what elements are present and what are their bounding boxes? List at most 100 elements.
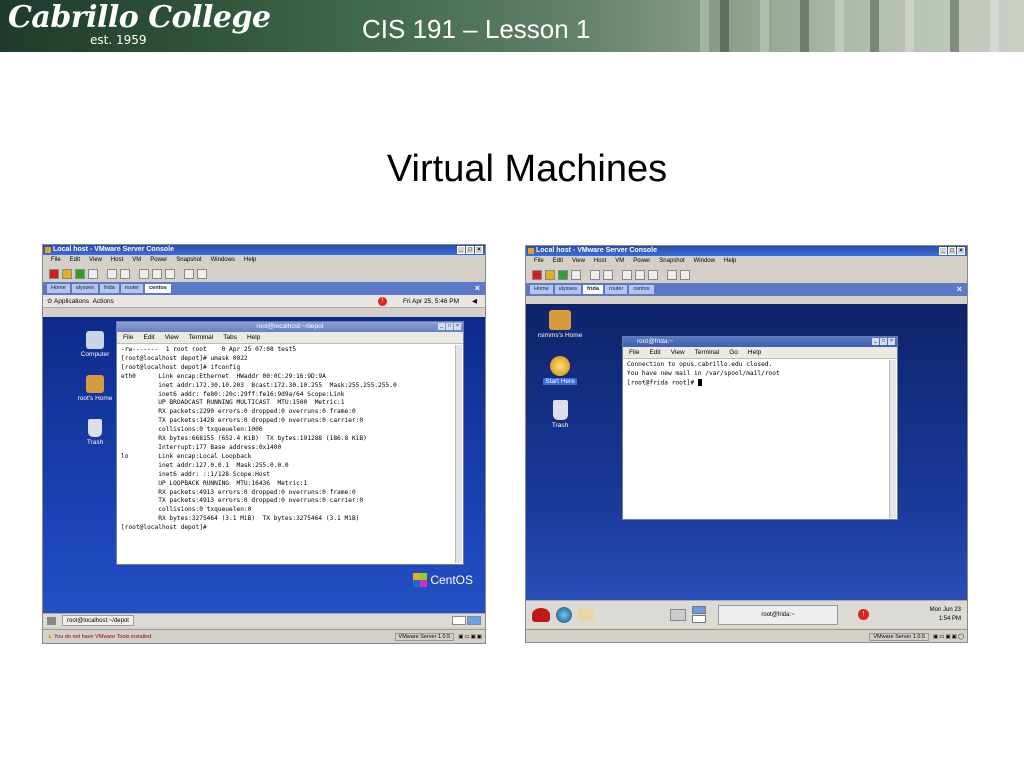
minimize-button[interactable]: _	[939, 247, 947, 255]
console-icon[interactable]	[667, 270, 677, 280]
maximize-button[interactable]: □	[466, 246, 474, 254]
tab-home[interactable]: Home	[47, 284, 70, 293]
power-on-icon[interactable]	[75, 269, 85, 279]
terminal-output[interactable]: Connection to opus.cabrillo.edu closed. Y…	[623, 359, 897, 390]
quickswitch-icon[interactable]	[635, 270, 645, 280]
terminal-scrollbar[interactable]	[455, 345, 462, 563]
terminal-scrollbar[interactable]	[889, 360, 896, 518]
close-button[interactable]: ×	[454, 323, 461, 330]
quickswitch-icon[interactable]	[152, 269, 162, 279]
desktop-icon-trash[interactable]: Trash	[67, 419, 123, 446]
minimize-button[interactable]: _	[872, 338, 879, 345]
summary-icon[interactable]	[648, 270, 658, 280]
suspend-icon[interactable]	[62, 269, 72, 279]
terminal-menu-file[interactable]: File	[123, 332, 133, 343]
terminal-menu-view[interactable]: View	[671, 347, 685, 358]
terminal-menu-edit[interactable]: Edit	[649, 347, 660, 358]
show-desktop-icon[interactable]	[47, 616, 56, 625]
menu-item-help[interactable]: Help	[724, 256, 736, 267]
email-icon[interactable]	[578, 608, 594, 621]
volume-icon[interactable]: ◀	[472, 295, 477, 308]
tab-frida[interactable]: frida	[583, 285, 603, 294]
tab-frida[interactable]: frida	[100, 284, 119, 293]
status-device-icons[interactable]: ▣▭▣▣◯	[933, 634, 965, 640]
maximize-button[interactable]: □	[948, 247, 956, 255]
printer-icon[interactable]	[670, 608, 686, 621]
terminal-menu-help[interactable]: Help	[748, 347, 761, 358]
snapshot-icon[interactable]	[107, 269, 117, 279]
panel-clock[interactable]: Mon Jun 23 1:54 PM	[930, 606, 961, 624]
menu-item-edit[interactable]: Edit	[553, 256, 563, 267]
taskbar-terminal-button[interactable]: root@frida:~	[718, 604, 838, 625]
tab-centos[interactable]: centos	[629, 285, 654, 294]
menu-item-host[interactable]: Host	[594, 256, 606, 267]
actions-menu[interactable]: Actions	[93, 298, 114, 305]
tab-home[interactable]: Home	[530, 285, 553, 294]
workspace-1[interactable]	[452, 616, 466, 625]
power-off-icon[interactable]	[532, 270, 542, 280]
desktop-icon-start-here[interactable]: Start Here	[530, 356, 590, 385]
settings-icon[interactable]	[680, 270, 690, 280]
maximize-button[interactable]: □	[446, 323, 453, 330]
workspace-2[interactable]	[467, 616, 481, 625]
terminal-titlebar[interactable]: root@frida:~ _ □ ×	[623, 337, 897, 347]
terminal-menu-file[interactable]: File	[629, 347, 639, 358]
menu-item-host[interactable]: Host	[111, 255, 123, 266]
menu-item-snapshot[interactable]: Snapshot	[659, 256, 684, 267]
power-on-icon[interactable]	[558, 270, 568, 280]
fullscreen-icon[interactable]	[622, 270, 632, 280]
menu-item-file[interactable]: File	[534, 256, 544, 267]
summary-icon[interactable]	[165, 269, 175, 279]
suspend-icon[interactable]	[545, 270, 555, 280]
menu-item-help[interactable]: Help	[244, 255, 256, 266]
maximize-button[interactable]: □	[880, 338, 887, 345]
tab-centos[interactable]: centos	[145, 284, 171, 293]
update-alert-icon[interactable]: !	[378, 297, 387, 306]
menu-item-power[interactable]: Power	[150, 255, 167, 266]
terminal-output[interactable]: -rw------- 1 root root 0 Apr 25 07:08 te…	[117, 344, 463, 535]
menu-item-view[interactable]: View	[89, 255, 102, 266]
close-button[interactable]: ×	[475, 246, 483, 254]
terminal-titlebar[interactable]: root@localhost:~/depot _ □ ×	[117, 322, 463, 332]
settings-icon[interactable]	[197, 269, 207, 279]
close-tab-icon[interactable]: ×	[957, 284, 962, 294]
menu-item-file[interactable]: File	[51, 255, 61, 266]
web-browser-icon[interactable]	[556, 606, 572, 623]
menu-item-snapshot[interactable]: Snapshot	[176, 255, 201, 266]
minimize-button[interactable]: _	[457, 246, 465, 254]
right-terminal-window[interactable]: root@frida:~ _ □ × File Edit View Terminal Go He…	[622, 336, 898, 520]
terminal-menu-edit[interactable]: Edit	[143, 332, 154, 343]
revert-icon[interactable]	[603, 270, 613, 280]
reset-icon[interactable]	[88, 269, 98, 279]
tab-router[interactable]: router	[604, 285, 628, 294]
revert-icon[interactable]	[120, 269, 130, 279]
console-icon[interactable]	[184, 269, 194, 279]
terminal-menu-tabs[interactable]: Tabs	[223, 332, 237, 343]
terminal-menu-go[interactable]: Go	[729, 347, 738, 358]
desktop-icon-trash[interactable]: Trash	[530, 400, 590, 429]
applications-menu[interactable]: Applications	[54, 298, 89, 305]
redhat-menu-icon[interactable]	[532, 607, 550, 622]
close-button[interactable]: ×	[957, 247, 965, 255]
menu-item-windows[interactable]: Windows	[211, 255, 235, 266]
power-off-icon[interactable]	[49, 269, 59, 279]
minimize-button[interactable]: _	[438, 323, 445, 330]
fullscreen-icon[interactable]	[139, 269, 149, 279]
menu-item-edit[interactable]: Edit	[70, 255, 80, 266]
workspace-switcher[interactable]	[452, 616, 481, 625]
update-alert-icon[interactable]: !	[858, 609, 869, 620]
desktop-icon-home[interactable]: rsimms's Home	[530, 310, 590, 339]
workspace-switcher[interactable]	[692, 606, 706, 623]
menu-item-power[interactable]: Power	[633, 256, 650, 267]
snapshot-icon[interactable]	[590, 270, 600, 280]
workspace-2[interactable]	[692, 615, 706, 623]
close-button[interactable]: ×	[888, 338, 895, 345]
panel-clock[interactable]: Fri Apr 25, 5:46 PM	[403, 295, 459, 308]
terminal-menu-terminal[interactable]: Terminal	[189, 332, 214, 343]
menu-item-vm[interactable]: VM	[132, 255, 141, 266]
terminal-menu-help[interactable]: Help	[247, 332, 260, 343]
status-device-icons[interactable]: ▣▭▣▣	[458, 634, 483, 640]
tab-ulysses[interactable]: ulysses	[554, 285, 582, 294]
reset-icon[interactable]	[571, 270, 581, 280]
left-terminal-window[interactable]: root@localhost:~/depot _ □ × File Edit View Te…	[116, 321, 464, 565]
